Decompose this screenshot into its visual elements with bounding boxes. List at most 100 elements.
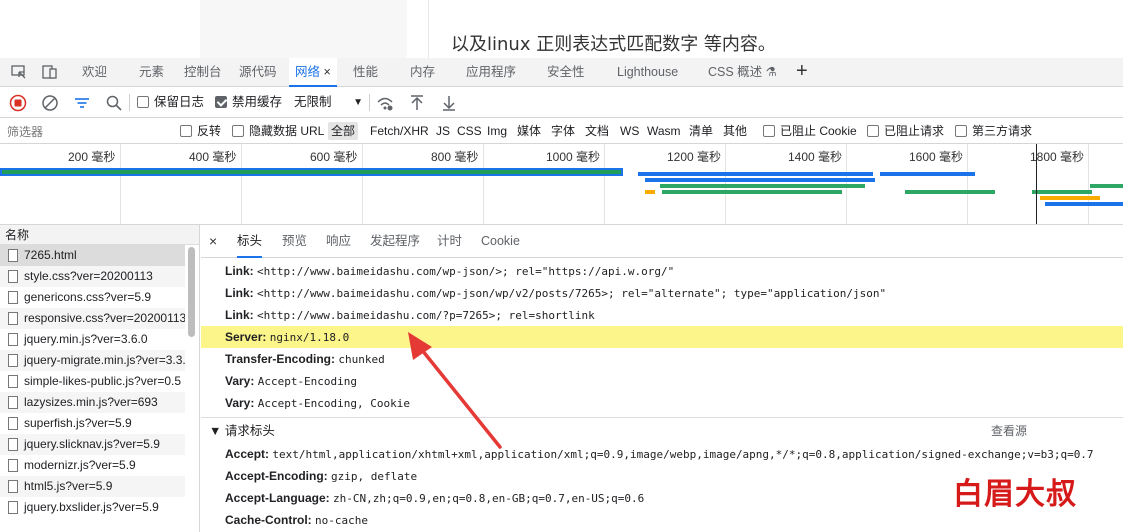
- timeline-overview[interactable]: 200 毫秒 400 毫秒 600 毫秒 800 毫秒 1000 毫秒 1200…: [0, 144, 1123, 225]
- tab-response[interactable]: 响应: [326, 225, 351, 258]
- view-source-link[interactable]: 查看源: [991, 418, 1027, 444]
- filter-icon[interactable]: [73, 94, 91, 112]
- request-row[interactable]: 7265.html: [0, 245, 185, 266]
- tab-preview[interactable]: 预览: [282, 225, 307, 258]
- header-key: Accept-Language:: [225, 491, 330, 505]
- request-row[interactable]: style.css?ver=20200113: [0, 266, 185, 287]
- filter-type-ws[interactable]: WS: [620, 118, 639, 144]
- file-icon: [8, 438, 18, 451]
- timeline-request-bar: [880, 172, 975, 176]
- clear-icon[interactable]: [41, 94, 59, 112]
- request-row[interactable]: lazysizes.min.js?ver=693: [0, 392, 185, 413]
- disable-cache-box[interactable]: [215, 96, 227, 108]
- tab-network-close-icon[interactable]: ×: [324, 65, 331, 79]
- timeline-request-bar: [1040, 196, 1100, 200]
- record-stop-icon[interactable]: [9, 94, 27, 112]
- request-name: jquery.min.js?ver=3.6.0: [24, 332, 148, 346]
- filter-type-img[interactable]: Img: [487, 118, 507, 144]
- request-name: jquery.bxslider.js?ver=5.9: [24, 500, 159, 514]
- request-name: genericons.css?ver=5.9: [24, 290, 152, 304]
- request-name: superfish.js?ver=5.9: [24, 416, 132, 430]
- filter-type-other[interactable]: 其他: [723, 118, 747, 144]
- request-row[interactable]: simple-likes-public.js?ver=0.5: [0, 371, 185, 392]
- filter-type-js[interactable]: JS: [436, 118, 450, 144]
- filter-type-wasm[interactable]: Wasm: [647, 118, 681, 144]
- request-header-row: Accept: text/html,application/xhtml+xml,…: [201, 443, 1123, 465]
- request-row[interactable]: modernizr.js?ver=5.9: [0, 455, 185, 476]
- request-list-scrollbar[interactable]: [188, 247, 195, 337]
- tab-initiator[interactable]: 发起程序: [370, 225, 420, 258]
- header-key: Server:: [225, 330, 267, 344]
- preserve-log-box[interactable]: [137, 96, 149, 108]
- tab-timing[interactable]: 计时: [437, 225, 462, 258]
- timeline-gridline: [362, 144, 363, 224]
- tab-cookies[interactable]: Cookie: [481, 225, 520, 258]
- file-icon: [8, 312, 18, 325]
- request-list-header[interactable]: 名称: [0, 225, 199, 245]
- request-row[interactable]: genericons.css?ver=5.9: [0, 287, 185, 308]
- throttling-select[interactable]: 无限制 ▼: [289, 87, 365, 118]
- request-row[interactable]: html5.js?ver=5.9: [0, 476, 185, 497]
- request-row[interactable]: superfish.js?ver=5.9: [0, 413, 185, 434]
- blocked-requests-box[interactable]: [867, 125, 879, 137]
- filter-type-doc[interactable]: 文档: [585, 118, 609, 144]
- request-row[interactable]: jquery.bxslider.js?ver=5.9: [0, 497, 185, 518]
- details-tabbar: × 标头 预览 响应 发起程序 计时 Cookie: [201, 225, 1123, 258]
- import-har-icon[interactable]: [408, 94, 426, 112]
- filter-type-media[interactable]: 媒体: [517, 118, 541, 144]
- third-party-label: 第三方请求: [972, 124, 1033, 138]
- response-header-row: Link: <http://www.baimeidashu.com/wp-jso…: [201, 260, 1123, 282]
- inspect-element-icon[interactable]: [10, 63, 28, 81]
- request-row[interactable]: responsive.css?ver=20200113: [0, 308, 185, 329]
- page-content-strip: 以及linux 正则表达式匹配数字 等内容。: [0, 0, 1123, 58]
- blocked-requests-label: 已阻止请求: [884, 124, 945, 138]
- request-row[interactable]: jquery.min.js?ver=3.6.0: [0, 329, 185, 350]
- add-tab-button[interactable]: +: [796, 58, 808, 87]
- tab-welcome[interactable]: 欢迎: [82, 58, 107, 87]
- request-row[interactable]: jquery.slicknav.js?ver=5.9: [0, 434, 185, 455]
- timeline-request-bar: [645, 190, 655, 194]
- request-row[interactable]: jquery-migrate.min.js?ver=3.3.2: [0, 350, 185, 371]
- tab-performance[interactable]: 性能: [353, 58, 378, 87]
- tab-memory[interactable]: 内存: [410, 58, 435, 87]
- disable-cache-checkbox[interactable]: 禁用缓存: [215, 87, 282, 118]
- network-conditions-icon[interactable]: [376, 94, 394, 112]
- filter-type-manifest[interactable]: 清单: [689, 118, 713, 144]
- timeline-label: 800 毫秒: [431, 150, 479, 164]
- third-party-checkbox[interactable]: 第三方请求: [955, 118, 1032, 144]
- close-details-icon[interactable]: ×: [209, 225, 217, 258]
- filter-type-all[interactable]: 全部: [328, 122, 359, 140]
- tab-css-overview[interactable]: CSS 概述 ⚗: [708, 58, 777, 87]
- invert-checkbox[interactable]: 反转: [180, 118, 221, 144]
- tab-security[interactable]: 安全性: [547, 58, 585, 87]
- tab-css-overview-label: CSS 概述: [708, 65, 763, 79]
- tab-application[interactable]: 应用程序: [466, 58, 516, 87]
- filter-type-fetch-xhr[interactable]: Fetch/XHR: [370, 118, 429, 144]
- throttling-value: 无限制: [294, 95, 332, 109]
- search-icon[interactable]: [105, 94, 123, 112]
- tab-network[interactable]: 网络 ×: [289, 58, 337, 87]
- blocked-requests-checkbox[interactable]: 已阻止请求: [867, 118, 944, 144]
- tab-sources[interactable]: 源代码: [239, 58, 277, 87]
- tab-lighthouse[interactable]: Lighthouse: [617, 58, 678, 87]
- device-toolbar-icon[interactable]: [41, 63, 59, 81]
- request-headers-section-header[interactable]: ▼ 请求标头 查看源: [201, 417, 1123, 443]
- filter-input[interactable]: 筛选器: [7, 123, 43, 140]
- third-party-box[interactable]: [955, 125, 967, 137]
- filter-type-font[interactable]: 字体: [551, 118, 575, 144]
- tab-headers[interactable]: 标头: [237, 225, 263, 258]
- preserve-log-checkbox[interactable]: 保留日志: [137, 87, 204, 118]
- header-key: Accept:: [225, 447, 270, 461]
- blocked-cookies-checkbox[interactable]: 已阻止 Cookie: [763, 118, 857, 144]
- tab-elements[interactable]: 元素: [139, 58, 164, 87]
- invert-box[interactable]: [180, 125, 192, 137]
- hide-data-url-box[interactable]: [232, 125, 244, 137]
- hide-data-url-checkbox[interactable]: 隐藏数据 URL: [232, 118, 324, 144]
- blocked-cookies-box[interactable]: [763, 125, 775, 137]
- timeline-request-bar: [1090, 184, 1123, 188]
- filter-type-css[interactable]: CSS: [457, 118, 482, 144]
- timeline-label: 400 毫秒: [189, 150, 237, 164]
- tab-console[interactable]: 控制台: [184, 58, 222, 87]
- page-sidebar-area: [200, 0, 407, 58]
- export-har-icon[interactable]: [440, 94, 458, 112]
